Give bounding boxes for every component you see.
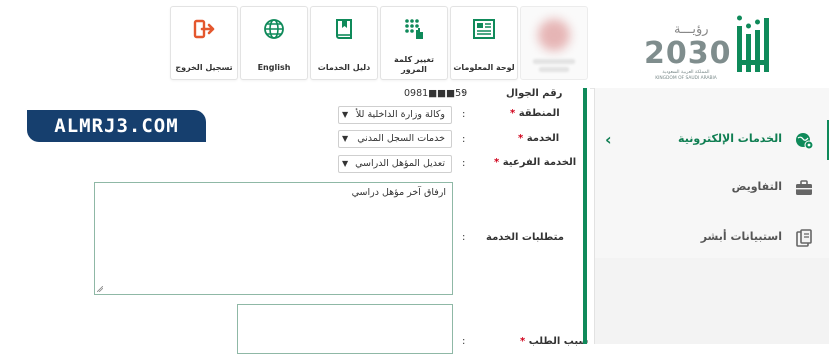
region-select-value: وكالة وزارة الداخلية للأ [355,109,445,120]
mobile-label: رقم الجوال [506,88,563,99]
vision-2030-logo: رؤيـــة 2030 المملكة العربية السعودية KI… [636,10,731,81]
service-select-value: خدمات السجل المدني [357,133,445,144]
globe-gear-icon [796,133,814,150]
keypad-icon [381,17,447,41]
briefcase-icon [796,180,812,195]
top-header: تسجيل الخروج English دليل الخدمات تغيير … [0,0,829,89]
services-guide-button[interactable]: دليل الخدمات [310,6,378,80]
sidebar-item-label: استبيانات أبشر [700,230,782,243]
region-select[interactable]: وكالة وزارة الداخلية للأ ▼ [338,106,452,124]
resize-handle-icon[interactable] [97,286,103,292]
region-label: المنطقة * [510,108,560,119]
reason-textarea[interactable] [237,304,453,354]
logout-label: تسجيل الخروج [175,63,233,72]
book-icon [311,17,377,41]
dashboard-button[interactable]: لوحة المعلومات [450,6,518,80]
sub-service-label: الخدمة الفرعية * [494,157,577,168]
absher-logo-mark [737,15,769,72]
chevron-left-icon: ‹ [605,130,612,149]
dashboard-icon [451,17,517,41]
dashboard-label: لوحة المعلومات [453,63,515,72]
sidebar: ‹ الخدمات الإلكترونية التفاويض استبيانات… [594,88,829,344]
sidebar-item-eservices[interactable]: ‹ الخدمات الإلكترونية [595,120,829,160]
vision-year: 2030 [644,36,732,71]
survey-icon [796,229,812,247]
absher-logo [733,10,773,76]
change-password-button[interactable]: تغيير كلمة المرور [380,6,448,80]
sub-service-select[interactable]: تعديل المؤهل الدراسي ▼ [338,155,452,173]
sub-service-select-value: تعديل المؤهل الدراسي [355,158,445,169]
change-password-label: تغيير كلمة المرور [394,55,434,74]
logout-button[interactable]: تسجيل الخروج [170,6,238,80]
english-label: English [257,63,291,72]
vision-arabic-text: رؤيـــة [674,22,709,37]
reason-label: سبب الطلب * [520,336,589,347]
chevron-down-icon: ▼ [342,159,349,168]
service-select[interactable]: خدمات السجل المدني ▼ [338,130,452,148]
requirements-textarea[interactable]: ارفاق آخر مؤهل دراسي [94,182,453,295]
watermark-badge: ALMRJ3.COM [27,110,206,142]
sidebar-item-surveys[interactable]: استبيانات أبشر [595,218,829,258]
requirements-label: متطلبات الخدمة [486,232,564,243]
chevron-down-icon: ▼ [342,110,349,119]
requirements-text: ارفاق آخر مؤهل دراسي [351,187,446,198]
sidebar-item-label: الخدمات الإلكترونية [678,132,782,145]
sidebar-item-label: التفاويض [731,180,782,193]
avatar [538,19,570,51]
sidebar-item-delegations[interactable]: التفاويض [595,168,829,208]
vision-country-arabic: المملكة العربية السعودية [662,70,710,75]
mobile-value: 59■■■0981 [404,88,468,99]
globe-icon [241,17,307,41]
english-language-button[interactable]: English [240,6,308,80]
chevron-down-icon: ▼ [342,134,349,143]
content-divider [583,88,587,344]
logout-icon [171,17,237,41]
service-label: الخدمة * [518,133,560,144]
vision-country-english: KINGDOM OF SAUDI ARABIA [655,76,717,81]
services-guide-label: دليل الخدمات [317,63,371,72]
user-profile-tile[interactable] [520,6,588,80]
